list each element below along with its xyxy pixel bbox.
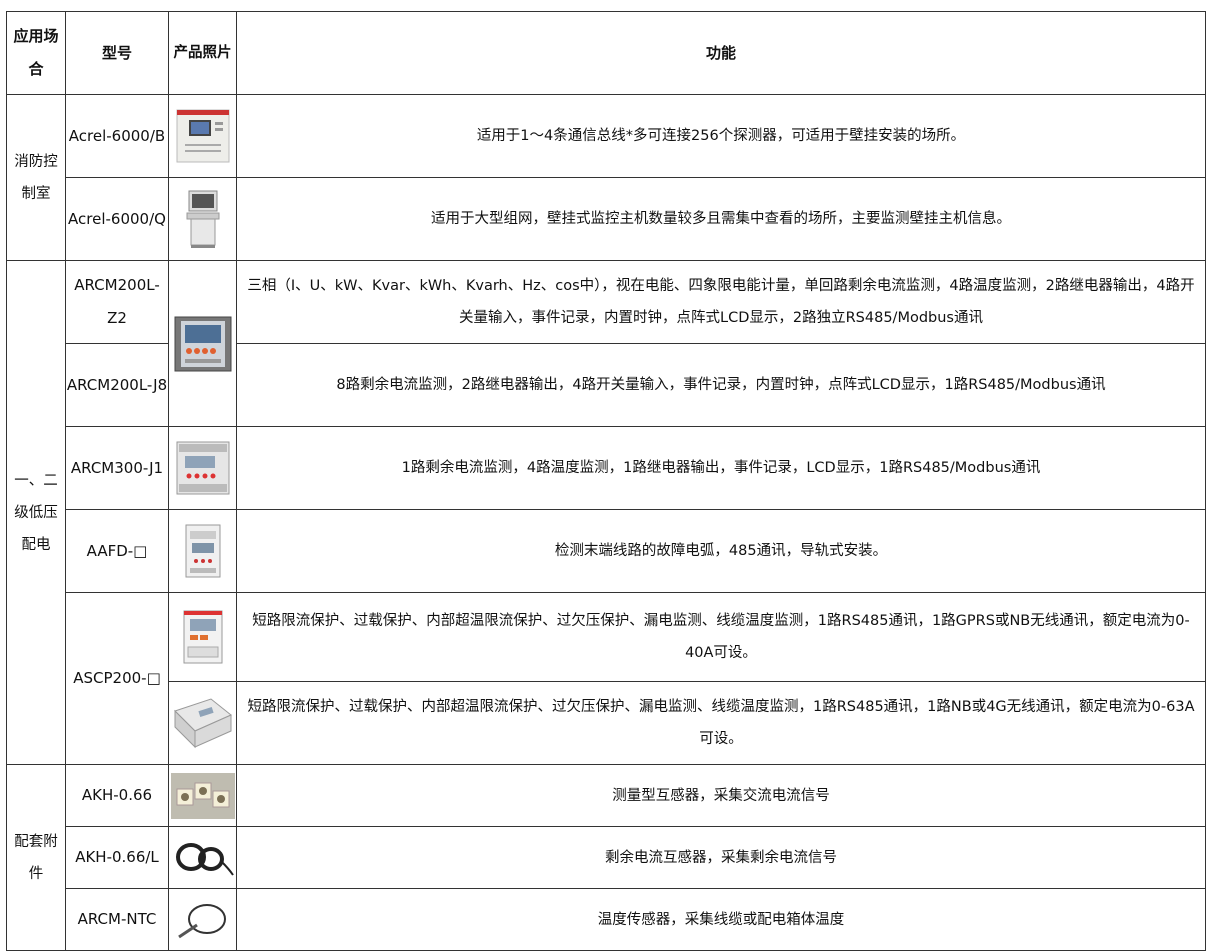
- model-cell: ASCP200-□: [65, 592, 169, 765]
- product-photo: [168, 592, 237, 682]
- function-cell: 短路限流保护、过载保护、内部超温限流保护、过欠压保护、漏电监测、线缆温度监测，1…: [236, 681, 1206, 765]
- table-row: 消防控制室 Acrel-6000/B 适用于1～4条通信总线*多可连接256个探…: [6, 94, 1206, 261]
- function-cell: 剩余电流互感器，采集剩余电流信号: [236, 826, 1206, 889]
- category-cell: 消防控制室: [6, 94, 66, 261]
- product-photo: [168, 764, 237, 827]
- model-cell: ARCM300-J1: [65, 426, 169, 510]
- function-cell: 温度传感器，采集线缆或配电箱体温度: [236, 888, 1206, 951]
- product-photo: [168, 94, 237, 178]
- current-transformer-image: [171, 772, 235, 819]
- model-cell: ARCM200L-Z2: [65, 260, 169, 344]
- product-photo: [168, 260, 237, 427]
- product-photo: [168, 509, 237, 593]
- table-row: 一、二级低压配电 ARCM200L-Z2 三相（I、U、kW、Kvar、kWh、…: [6, 260, 1206, 765]
- model-cell: ARCM200L-J8: [65, 343, 169, 427]
- din-rail-meter-image: [176, 441, 229, 495]
- model-cell: AKH-0.66/L: [65, 826, 169, 889]
- table-row: ARCM-NTC 温度传感器，采集线缆或配电箱体温度: [7, 888, 1206, 951]
- product-photo: [168, 426, 237, 510]
- header-model: 型号: [65, 11, 169, 95]
- function-cell: 测量型互感器，采集交流电流信号: [236, 764, 1206, 827]
- table-header-row: 应用场合 型号 产品照片 功能: [6, 11, 1206, 95]
- table-row: 短路限流保护、过载保护、内部超温限流保护、过欠压保护、漏电监测、线缆温度监测，1…: [7, 681, 1206, 765]
- temperature-sensor-image: [178, 903, 226, 938]
- table-row: AAFD-□ 检测末端线路的故障电弧，485通讯，导轨式安装。: [7, 509, 1206, 593]
- product-photo: [168, 177, 237, 261]
- table-row: 配套附件 AKH-0.66 测量型互感器，采集交流电流信号: [6, 764, 1206, 951]
- category-cell: 配套附件: [6, 764, 66, 951]
- model-cell: ARCM-NTC: [65, 888, 169, 951]
- header-scenario: 应用场合: [6, 11, 66, 95]
- model-cell: Acrel-6000/Q: [65, 177, 169, 261]
- current-limiter-image: [183, 610, 222, 664]
- header-photo: 产品照片: [168, 11, 237, 95]
- panel-meter-image: [174, 316, 232, 371]
- table-row: ASCP200-□ 短路限流保护、过载保护、内部超温限流保护、过欠压保护、漏电监…: [7, 592, 1206, 765]
- function-cell: 适用于1～4条通信总线*多可连接256个探测器，可适用于壁挂安装的场所。: [236, 94, 1206, 178]
- product-photo: [168, 826, 237, 889]
- function-cell: 1路剩余电流监测，4路温度监测，1路继电器输出，事件记录，LCD显示，1路RS4…: [236, 426, 1206, 510]
- model-cell: AAFD-□: [65, 509, 169, 593]
- function-cell: 8路剩余电流监测，2路继电器输出，4路开关量输入，事件记录，内置时钟，点阵式LC…: [236, 343, 1206, 427]
- function-cell: 三相（I、U、kW、Kvar、kWh、Kvarh、Hz、cos中），视在电能、四…: [236, 260, 1206, 344]
- model-cell: Acrel-6000/B: [65, 94, 169, 178]
- function-cell: 适用于大型组网，壁挂式监控主机数量较多且需集中查看的场所，主要监测壁挂主机信息。: [236, 177, 1206, 261]
- category-cell: 一、二级低压配电: [6, 260, 66, 765]
- wall-monitor-image: [176, 109, 229, 163]
- table-row: AKH-0.66/L 剩余电流互感器，采集剩余电流信号: [7, 826, 1206, 889]
- arc-fault-detector-image: [185, 524, 220, 578]
- header-function: 功能: [236, 11, 1206, 95]
- table-row: Acrel-6000/Q 适用于大型组网，壁挂式监控主机数量较多且需集中查看的场…: [7, 177, 1206, 261]
- table-row: ARCM300-J1 1路剩余电流监测，4路温度监测，1路继电器输出，事件记录，…: [7, 426, 1206, 510]
- product-photo: [168, 888, 237, 951]
- current-limiter-4g-image: [174, 698, 232, 749]
- residual-current-transformer-image: [176, 842, 234, 876]
- function-cell: 短路限流保护、过载保护、内部超温限流保护、过欠压保护、漏电监测、线缆温度监测，1…: [236, 592, 1206, 682]
- cabinet-console-image: [186, 190, 219, 248]
- product-table: 应用场合 型号 产品照片 功能 消防控制室 Acrel-6000/B 适用于1～…: [6, 11, 1206, 951]
- product-photo: [168, 681, 237, 765]
- model-cell: AKH-0.66: [65, 764, 169, 827]
- function-cell: 检测末端线路的故障电弧，485通讯，导轨式安装。: [236, 509, 1206, 593]
